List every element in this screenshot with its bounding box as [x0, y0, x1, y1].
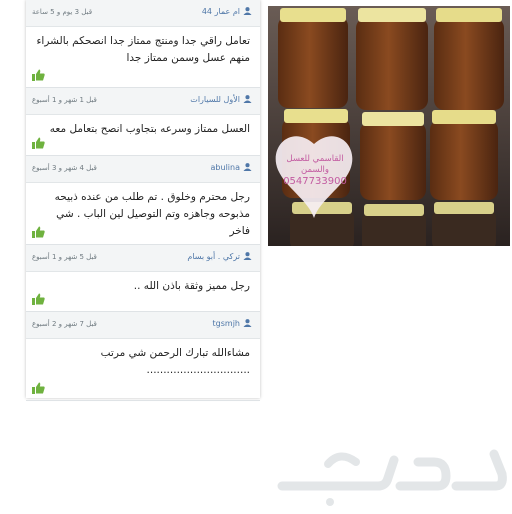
shop-phone: 0547733900 — [283, 176, 347, 187]
person-icon — [243, 95, 252, 103]
haraj-logo-art — [277, 449, 507, 506]
reviewer-name[interactable]: الأول للسيارات — [190, 95, 252, 104]
thumbs-up-icon[interactable] — [32, 293, 45, 305]
review-text: رجل مميز وثقة باذن الله .. — [133, 280, 250, 292]
shop-label: القاسمي للعسل والسمن 0547733900 — [274, 154, 356, 187]
jars-illustration — [268, 6, 510, 246]
review-text: تعامل راقي جدا ومنتج ممتاز جدا انصحكم با… — [36, 35, 250, 64]
thumbs-up-icon[interactable] — [32, 226, 45, 238]
review-header: الأول للسيارات قبل 1 شهر و 1 أسبوع — [26, 88, 260, 115]
review-item: tgsmjh قبل 7 شهر و 2 أسبوع مشاءالله تبار… — [26, 312, 260, 401]
reviewer-name-text: تركي . أبو بسام — [187, 252, 240, 261]
reviewer-name[interactable]: تركي . أبو بسام — [187, 252, 252, 261]
person-icon — [243, 7, 252, 15]
thumbs-up-icon[interactable] — [32, 69, 45, 81]
reviewer-name[interactable]: tgsmjh — [213, 319, 252, 328]
review-header: ام عمار 44 قبل 3 يوم و 5 ساعة — [26, 0, 260, 27]
haraj-logo — [270, 440, 510, 510]
reviewer-name-text: ام عمار 44 — [201, 7, 240, 16]
review-item: ام عمار 44 قبل 3 يوم و 5 ساعة تعامل راقي… — [26, 0, 260, 88]
review-text: العسل ممتاز وسرعه بتجاوب انصح بتعامل معه — [49, 123, 250, 135]
review-item: abulina قبل 4 شهر و 3 أسبوع رجل محترم وخ… — [26, 156, 260, 245]
reviewer-name-text: tgsmjh — [212, 319, 240, 328]
thumbs-up-icon[interactable] — [32, 137, 45, 149]
reviewer-name[interactable]: abulina — [211, 163, 252, 172]
review-time: قبل 1 شهر و 1 أسبوع — [32, 96, 97, 104]
reviews-panel: ام عمار 44 قبل 3 يوم و 5 ساعة تعامل راقي… — [26, 0, 260, 401]
thumbs-up-icon[interactable] — [32, 382, 45, 394]
reviewer-name-text: abulina — [210, 163, 240, 172]
reviewer-name-text: الأول للسيارات — [190, 95, 240, 104]
review-item: تركي . أبو بسام قبل 5 شهر و 1 أسبوع رجل … — [26, 245, 260, 312]
review-item: الأول للسيارات قبل 1 شهر و 1 أسبوع العسل… — [26, 88, 260, 156]
review-time: قبل 3 يوم و 5 ساعة — [32, 8, 93, 16]
review-time: قبل 5 شهر و 1 أسبوع — [32, 253, 97, 261]
shop-label-line1: القاسمي للعسل — [286, 154, 344, 164]
review-time: قبل 4 شهر و 3 أسبوع — [32, 164, 97, 172]
review-header: abulina قبل 4 شهر و 3 أسبوع — [26, 156, 260, 183]
person-icon — [243, 252, 252, 260]
review-header: تركي . أبو بسام قبل 5 شهر و 1 أسبوع — [26, 245, 260, 272]
review-time: قبل 7 شهر و 2 أسبوع — [32, 320, 97, 328]
honey-jars-photo: القاسمي للعسل والسمن 0547733900 — [268, 6, 510, 246]
review-text: مشاءالله تبارك الرحمن شي مرتب ..........… — [100, 347, 250, 376]
person-icon — [243, 319, 252, 327]
shop-label-line2: والسمن — [300, 165, 330, 175]
reviewer-name[interactable]: ام عمار 44 — [202, 7, 252, 16]
review-header: tgsmjh قبل 7 شهر و 2 أسبوع — [26, 312, 260, 339]
review-text: رجل محترم وخلوق . تم طلب من عنده ذبيحه م… — [54, 191, 250, 237]
person-icon — [243, 163, 252, 171]
